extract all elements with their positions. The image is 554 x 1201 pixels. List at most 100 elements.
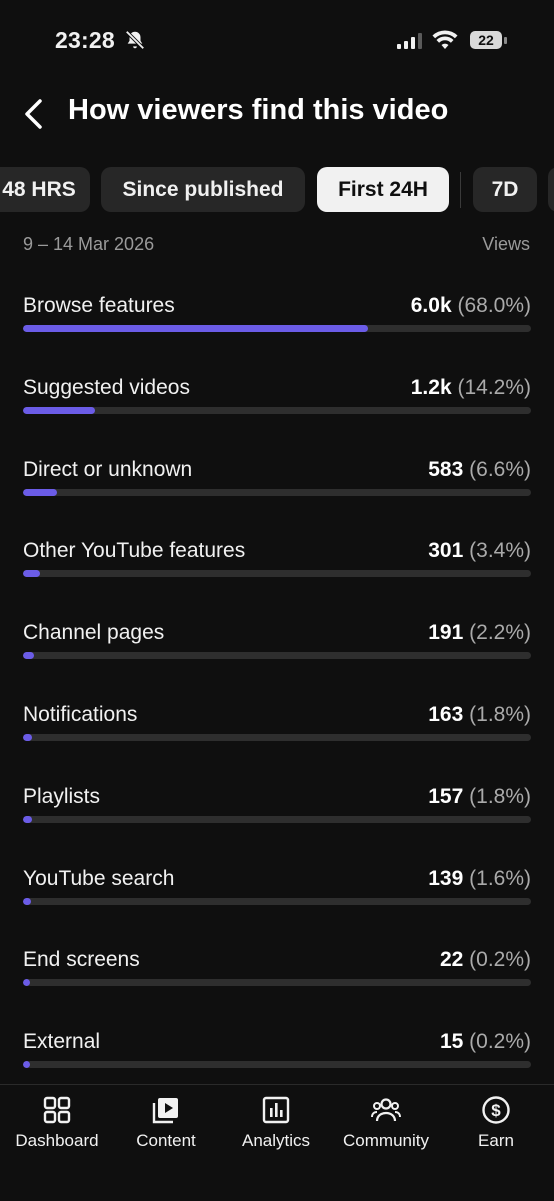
share-bar-fill (23, 815, 33, 823)
traffic-source-row[interactable]: External 15 (0.2%) (23, 1030, 531, 1090)
traffic-source-row[interactable]: Direct or unknown 583 (6.6%) (23, 458, 531, 518)
traffic-source-row[interactable]: Other YouTube features 301 (3.4%) (23, 539, 531, 599)
source-value: 22 (0.2%) (440, 948, 531, 972)
metric-label: Views (482, 234, 530, 254)
earn-icon: $ (482, 1096, 510, 1124)
time-range-chips: 48 HRS Since published First 24H 7D (0, 167, 554, 213)
source-percent: (0.2%) (469, 948, 531, 972)
share-bar-fill (23, 652, 35, 660)
signal-icon (397, 33, 422, 49)
analytics-icon (262, 1096, 290, 1124)
bottom-nav: Dashboard Content Analytics Community $ … (0, 1084, 554, 1201)
source-views: 1.2k (410, 375, 452, 399)
status-bar: 23:28 22 (0, 0, 554, 80)
source-percent: (14.2%) (457, 375, 531, 399)
page-title: How viewers find this video (68, 94, 449, 126)
source-percent: (6.6%) (469, 457, 531, 481)
share-bar-track (23, 734, 531, 741)
traffic-source-row[interactable]: Browse features 6.0k (68.0%) (23, 294, 531, 354)
traffic-source-row[interactable]: YouTube search 139 (1.6%) (23, 867, 531, 927)
source-value: 301 (3.4%) (428, 539, 531, 563)
nav-dashboard[interactable]: Dashboard (2, 1095, 112, 1151)
battery-level: 22 (470, 31, 502, 49)
source-percent: (2.2%) (469, 621, 531, 645)
source-views: 22 (439, 948, 464, 972)
chip-more[interactable] (548, 167, 554, 212)
traffic-source-row[interactable]: End screens 22 (0.2%) (23, 948, 531, 1008)
source-percent: (68.0%) (457, 294, 531, 317)
bell-muted-icon (125, 30, 145, 50)
share-bar-fill (23, 488, 57, 496)
source-name: Playlists (23, 784, 101, 808)
share-bar-fill (23, 979, 30, 987)
share-bar-track (23, 325, 531, 332)
source-views: 15 (439, 1030, 464, 1054)
traffic-source-row[interactable]: Channel pages 191 (2.2%) (23, 621, 531, 681)
source-value: 583 (6.6%) (428, 458, 531, 482)
source-percent: (1.8%) (469, 703, 531, 726)
share-bar-track (23, 652, 531, 660)
share-bar-track (23, 1061, 531, 1069)
source-value: 163 (1.8%) (428, 703, 531, 727)
source-name: YouTube search (23, 866, 175, 890)
share-bar-fill (23, 406, 96, 414)
svg-text:$: $ (491, 1101, 501, 1120)
content-icon (152, 1098, 178, 1124)
source-name: End screens (23, 948, 140, 972)
traffic-source-row[interactable]: Notifications 163 (1.8%) (23, 703, 531, 763)
chip-48-hrs[interactable]: 48 HRS (0, 167, 90, 212)
source-percent: (3.4%) (469, 539, 531, 563)
share-bar-track (23, 897, 531, 905)
status-time: 23:28 (55, 27, 115, 53)
chip-divider (460, 172, 461, 208)
nav-content-label: Content (136, 1131, 196, 1150)
share-bar-fill (23, 734, 33, 741)
chip-since-published[interactable]: Since published (101, 167, 305, 212)
source-value: 191 (2.2%) (428, 621, 531, 645)
share-bar-fill (23, 325, 369, 332)
battery-icon: 22 (470, 31, 510, 51)
chip-first-24h[interactable]: First 24H (317, 167, 449, 212)
traffic-source-row[interactable]: Playlists 157 (1.8%) (23, 785, 531, 845)
source-percent: (0.2%) (469, 1030, 531, 1054)
share-bar-track (23, 406, 531, 414)
traffic-source-row[interactable]: Suggested videos 1.2k (14.2%) (23, 376, 531, 436)
source-value: 157 (1.8%) (428, 785, 531, 809)
share-bar-track (23, 815, 531, 823)
source-value: 6.0k (68.0%) (411, 294, 531, 318)
source-views: 301 (428, 539, 464, 563)
source-name: Suggested videos (23, 375, 190, 399)
source-name: Direct or unknown (23, 457, 193, 481)
source-name: External (23, 1030, 101, 1054)
back-arrow-icon[interactable] (20, 97, 48, 131)
source-views: 157 (428, 784, 464, 808)
nav-community-label: Community (343, 1131, 429, 1150)
nav-content[interactable]: Content (111, 1095, 221, 1151)
source-views: 583 (428, 457, 464, 481)
source-name: Channel pages (23, 621, 165, 645)
source-name: Other YouTube features (23, 539, 246, 563)
share-bar-track (23, 488, 531, 496)
share-bar-fill (23, 897, 32, 905)
share-bar-track (23, 979, 531, 987)
nav-dashboard-label: Dashboard (15, 1131, 99, 1150)
nav-community[interactable]: Community (331, 1095, 441, 1151)
date-range: 9 – 14 Mar 2026 (23, 234, 155, 254)
wifi-icon (432, 30, 458, 49)
share-bar-fill (23, 570, 41, 578)
source-views: 139 (428, 866, 464, 890)
share-bar-fill (23, 1061, 30, 1069)
source-views: 163 (428, 703, 464, 726)
chip-7d[interactable]: 7D (473, 167, 537, 212)
source-value: 15 (0.2%) (440, 1030, 531, 1054)
source-value: 1.2k (14.2%) (411, 376, 531, 400)
source-views: 6.0k (410, 294, 452, 317)
nav-analytics-label: Analytics (241, 1131, 311, 1150)
nav-analytics[interactable]: Analytics (221, 1095, 331, 1151)
source-percent: (1.6%) (469, 866, 531, 890)
nav-earn[interactable]: $ Earn (441, 1095, 551, 1151)
nav-earn-label: Earn (478, 1131, 514, 1150)
source-name: Notifications (23, 703, 138, 726)
source-views: 191 (428, 621, 464, 645)
source-value: 139 (1.6%) (428, 867, 531, 891)
